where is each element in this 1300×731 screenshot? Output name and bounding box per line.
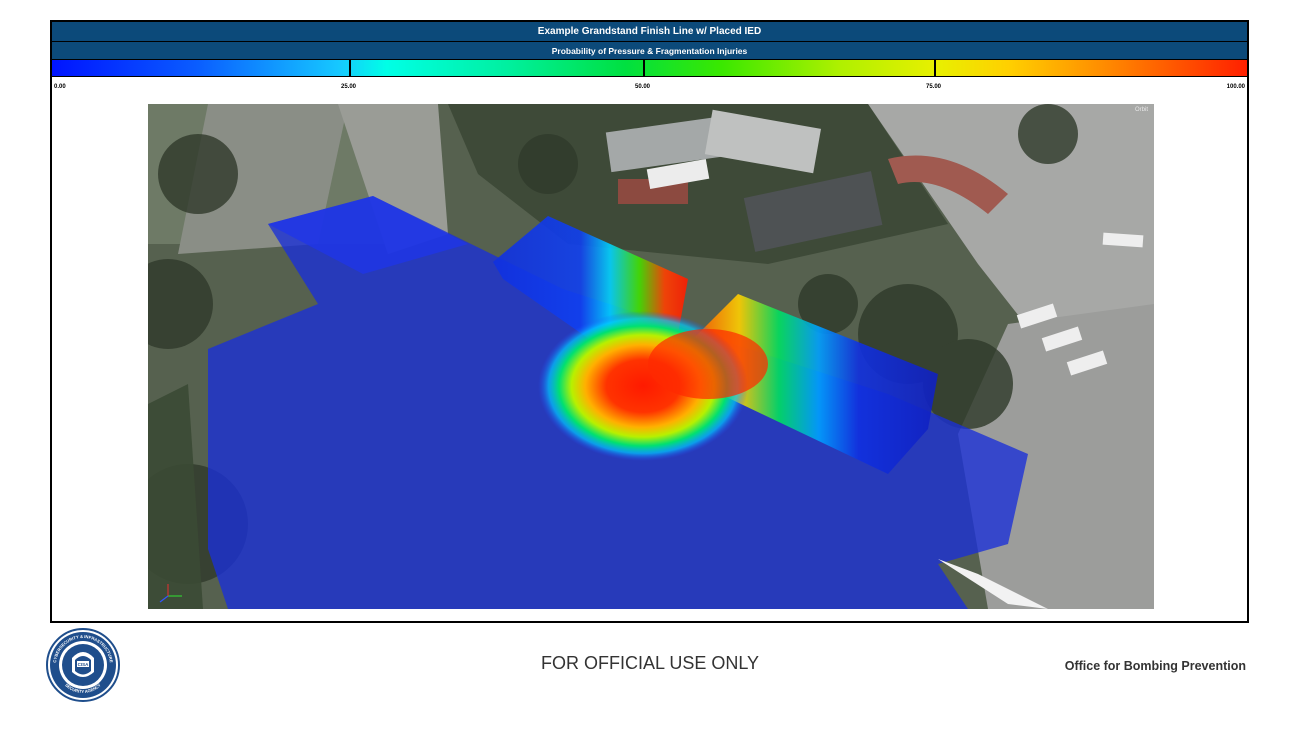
probability-color-scale [52, 60, 1247, 77]
slide-frame: Example Grandstand Finish Line w/ Placed… [50, 20, 1249, 623]
scale-label-0: 0.00 [54, 84, 66, 90]
blast-simulation-aerial-view[interactable]: Orbit [148, 104, 1154, 609]
scale-label-75: 75.00 [926, 84, 942, 90]
scale-label-100: 100.00 [1226, 84, 1245, 90]
scale-tick-50 [643, 60, 645, 76]
scale-label-50: 50.00 [635, 84, 651, 90]
slide-subtitle: Probability of Pressure & Fragmentation … [52, 42, 1247, 60]
scale-label-25: 25.00 [341, 84, 357, 90]
viewer-mode-label: Orbit [1134, 107, 1148, 113]
slide-title: Example Grandstand Finish Line w/ Placed… [52, 22, 1247, 42]
scale-tick-25 [349, 60, 351, 76]
scale-tick-75 [934, 60, 936, 76]
aerial-map-visualization [148, 104, 1154, 609]
office-name: Office for Bombing Prevention [1064, 659, 1246, 673]
